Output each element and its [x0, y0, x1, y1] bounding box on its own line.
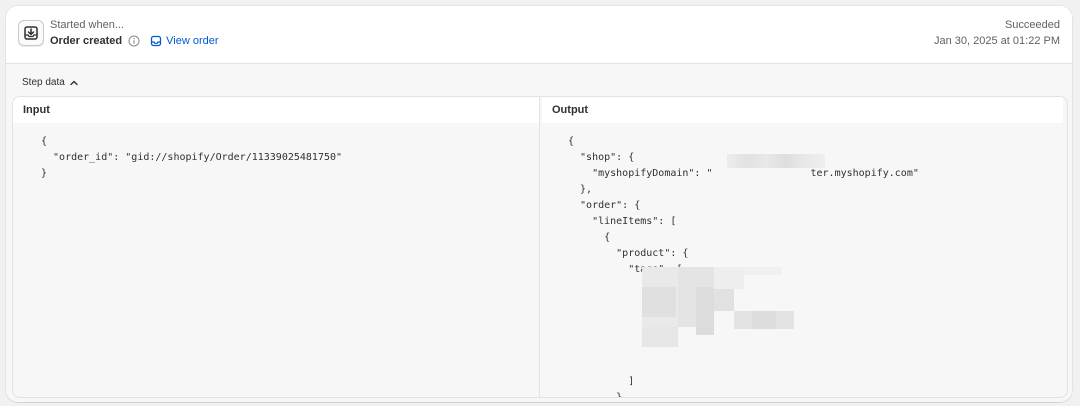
- view-order-link[interactable]: View order: [150, 35, 219, 47]
- input-panel-title: Input: [13, 97, 539, 123]
- view-order-label: View order: [166, 35, 219, 47]
- run-timestamp: Jan 30, 2025 at 01:22 PM: [934, 35, 1060, 47]
- redacted-tags-block: [642, 267, 794, 347]
- step-data-section: Step data Input { "order_id": "gid://sho…: [6, 64, 1072, 402]
- download-tray-icon: [18, 20, 44, 46]
- started-when-label: Started when...: [50, 19, 124, 31]
- output-panel-title: Output: [542, 97, 1063, 123]
- workflow-run-card: Started when... Order created View order…: [6, 6, 1072, 402]
- trigger-row: Order created View order: [50, 35, 219, 47]
- order-icon: [151, 35, 162, 47]
- output-panel: Output { "shop": { "myshopifyDomain": " t…: [540, 97, 1067, 397]
- step-data-toggle[interactable]: Step data: [22, 77, 79, 88]
- output-json-part1: { "shop": { "myshopifyDomain": ": [568, 136, 713, 179]
- run-header: Started when... Order created View order…: [6, 6, 1072, 64]
- chevron-up-icon: [70, 80, 78, 85]
- input-json[interactable]: { "order_id": "gid://shopify/Order/11339…: [41, 134, 342, 182]
- info-circle-icon[interactable]: [128, 35, 140, 47]
- input-panel: Input { "order_id": "gid://shopify/Order…: [13, 97, 540, 397]
- status-text: Succeeded: [1004, 19, 1060, 31]
- output-json[interactable]: { "shop": { "myshopifyDomain": " ter.mysh…: [568, 134, 919, 397]
- step-data-panels: Input { "order_id": "gid://shopify/Order…: [12, 96, 1068, 398]
- trigger-name: Order created: [50, 35, 123, 47]
- step-data-label: Step data: [22, 77, 65, 88]
- redacted-domain-block: [727, 154, 825, 168]
